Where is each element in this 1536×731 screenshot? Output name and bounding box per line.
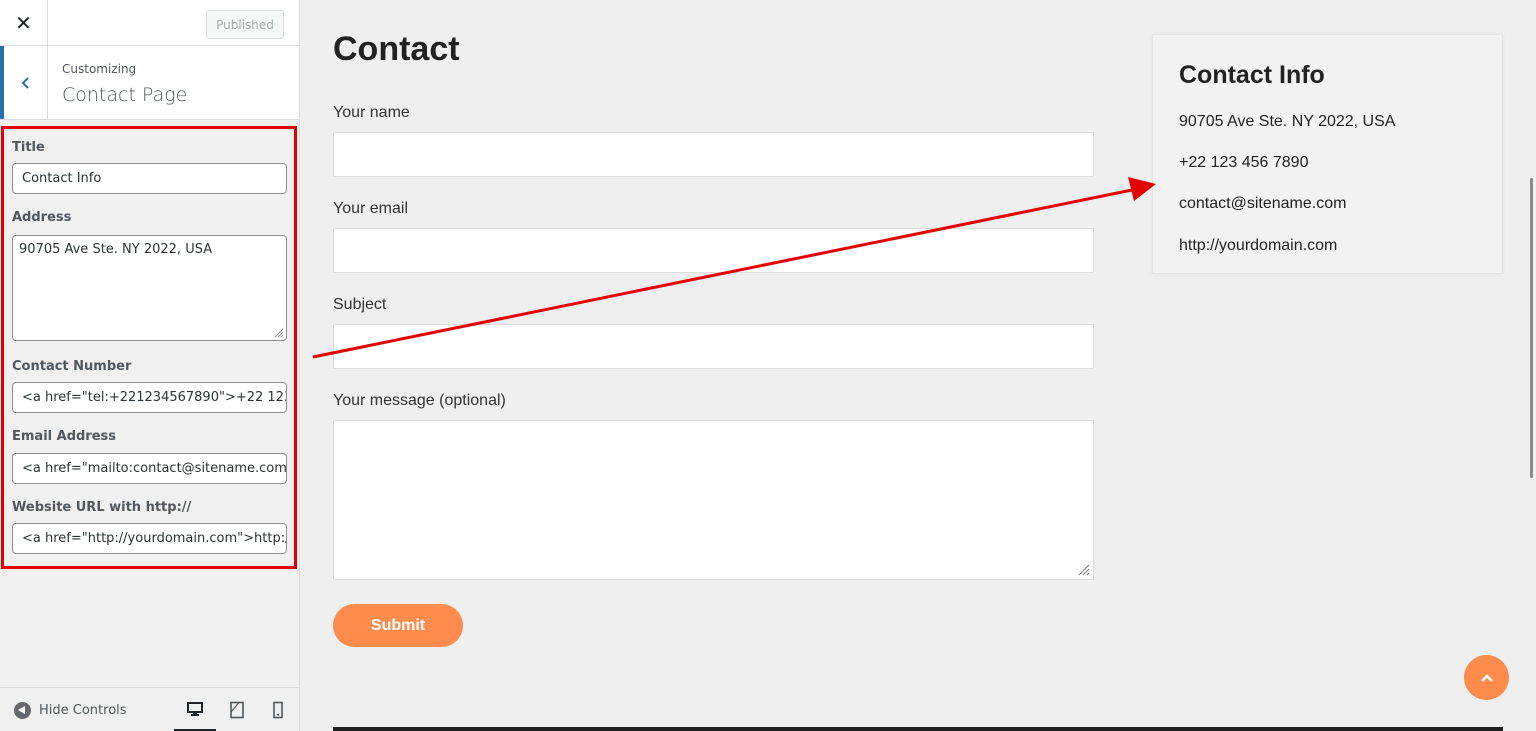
widget-title: Contact Info [1179, 61, 1325, 89]
address-text: 90705 Ave Ste. NY 2022, USA [1179, 113, 1396, 130]
subject-label: Subject [333, 296, 387, 313]
hide-controls-button[interactable]: Hide Controls [14, 702, 127, 719]
website-url-label: Website URL with http:// [12, 500, 192, 515]
page-title: Contact [333, 30, 460, 68]
email-input[interactable] [333, 228, 1094, 273]
mobile-preview-button[interactable] [257, 688, 299, 731]
contact-number-label: Contact Number [12, 359, 132, 374]
desktop-preview-button[interactable] [174, 688, 216, 731]
tablet-preview-button[interactable] [216, 688, 258, 731]
website-url-input[interactable]: <a href="http://yourdomain.com">http:// [12, 523, 287, 554]
name-input[interactable] [333, 132, 1094, 177]
scroll-to-top-button[interactable] [1464, 655, 1509, 700]
site-footer-edge [333, 727, 1503, 731]
mobile-icon [273, 701, 283, 719]
desktop-icon [187, 701, 203, 716]
customizer-header: ✕ Published [0, 0, 299, 46]
close-icon: ✕ [15, 11, 32, 35]
email-address-input[interactable]: <a href="mailto:contact@sitename.com"> [12, 453, 287, 484]
website-link[interactable]: http://yourdomain.com [1179, 237, 1337, 255]
contact-number-input[interactable]: <a href="tel:+221234567890">+22 123 4 [12, 382, 287, 413]
resize-grip-icon[interactable] [1078, 564, 1090, 576]
scrollbar[interactable] [1530, 178, 1533, 478]
breadcrumb: Customizing [62, 62, 137, 76]
name-label: Your name [333, 104, 410, 121]
chevron-left-icon [21, 76, 29, 89]
customizer-sidebar: ✕ Published Customizing Contact Page Tit… [0, 0, 300, 731]
address-label: Address [12, 210, 72, 225]
email-label: Your email [333, 200, 409, 217]
email-address-label: Email Address [12, 429, 117, 444]
chevron-up-icon [1480, 673, 1493, 682]
publish-button[interactable]: Published [206, 10, 284, 39]
back-button[interactable] [0, 46, 48, 119]
title-input[interactable]: Contact Info [12, 163, 287, 194]
phone-link[interactable]: +22 123 456 7890 [1179, 154, 1308, 172]
hide-controls-label: Hide Controls [39, 703, 127, 718]
email-link[interactable]: contact@sitename.com [1179, 195, 1346, 213]
contact-info-controls: Title Contact Info Address 90705 Ave Ste… [1, 126, 297, 569]
section-header: Customizing Contact Page [0, 46, 299, 120]
address-textarea[interactable]: 90705 Ave Ste. NY 2022, USA [12, 235, 287, 341]
close-button[interactable]: ✕ [0, 0, 48, 46]
section-title: Contact Page [62, 84, 188, 106]
address-value: 90705 Ave Ste. NY 2022, USA [19, 242, 213, 257]
title-label: Title [12, 140, 45, 155]
contact-info-widget: Contact Info 90705 Ave Ste. NY 2022, USA… [1152, 34, 1503, 274]
message-label: Your message (optional) [333, 392, 506, 409]
submit-button[interactable]: Submit [333, 604, 463, 647]
customizer-footer: Hide Controls [0, 687, 299, 731]
message-textarea[interactable] [333, 420, 1094, 580]
resize-grip-icon[interactable] [274, 328, 284, 338]
tablet-icon [230, 701, 244, 719]
collapse-icon [14, 702, 31, 719]
subject-input[interactable] [333, 324, 1094, 369]
